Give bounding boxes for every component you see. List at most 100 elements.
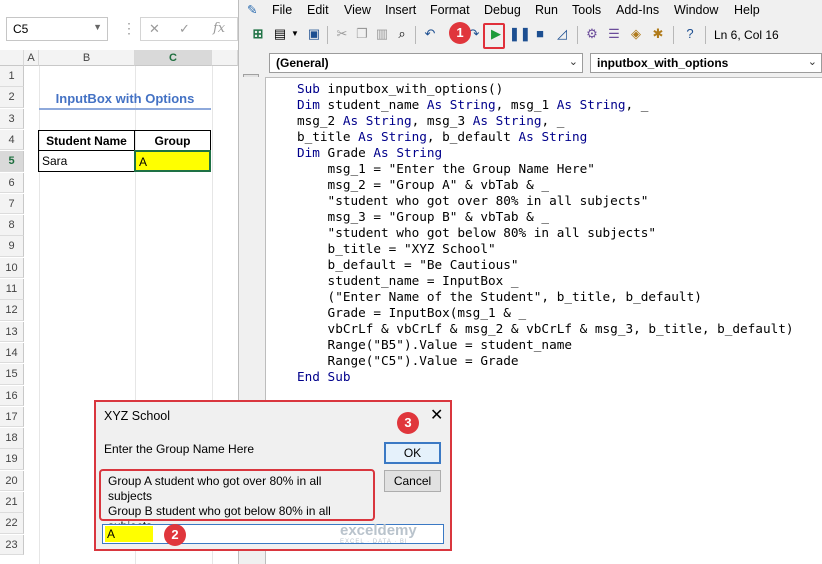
col-header-c[interactable]: C [135, 50, 212, 66]
menu-view[interactable]: View [344, 3, 371, 17]
dialog-title: XYZ School [104, 409, 171, 423]
formula-bar[interactable]: ✕ ✓ fx [140, 17, 238, 41]
code-line: "student who got over 80% in all subject… [297, 193, 649, 208]
watermark: exceldemy EXCEL · DATA · BI [340, 522, 417, 545]
row-header[interactable]: 19 [0, 449, 24, 470]
find-icon[interactable]: ⌕ [393, 25, 411, 43]
row-header[interactable]: 2 [0, 87, 24, 108]
row-header[interactable]: 4 [0, 129, 24, 151]
row-header[interactable]: 20 [0, 470, 24, 492]
col-header-b[interactable]: B [39, 50, 135, 66]
chevron-down-icon[interactable]: ▼ [286, 25, 304, 43]
menu-insert[interactable]: Insert [385, 3, 416, 17]
cut-icon[interactable]: ✂ [333, 25, 351, 43]
row-header[interactable]: 15 [0, 364, 24, 385]
code-line: Sub inputbox_with_options() [297, 81, 504, 96]
cancel-button[interactable]: Cancel [384, 470, 441, 492]
break-icon[interactable]: ❚❚ [509, 25, 531, 43]
chevron-down-icon[interactable]: ⌄ [569, 55, 578, 68]
undo-icon[interactable]: ↶ [421, 25, 439, 43]
code-line: "student who got below 80% in all subjec… [297, 225, 657, 240]
enter-icon[interactable]: ✓ [179, 21, 190, 37]
row-header[interactable]: 23 [0, 534, 24, 556]
sheet-title: InputBox with Options [39, 90, 211, 110]
fx-icon[interactable]: fx [213, 21, 225, 36]
chevron-down-icon[interactable]: ▼ [93, 22, 102, 32]
row-header[interactable]: 3 [0, 108, 24, 130]
name-box[interactable]: C5 ▼ [6, 17, 108, 41]
col-header-next[interactable] [212, 50, 238, 66]
name-box-value: C5 [13, 22, 29, 36]
procedure-dropdown-value: inputbox_with_options [597, 56, 729, 70]
code-line: b_title = "XYZ School" [297, 241, 496, 256]
row-header[interactable]: 14 [0, 342, 24, 364]
close-icon[interactable]: ✕ [430, 405, 443, 425]
row-header[interactable]: 16 [0, 385, 24, 406]
cell-c5[interactable]: A [134, 150, 211, 172]
col-header-a[interactable]: A [24, 50, 39, 66]
row-header[interactable]: 5 [0, 151, 24, 172]
menu-tools[interactable]: Tools [572, 3, 601, 17]
row-header[interactable]: 12 [0, 300, 24, 321]
watermark-tagline: EXCEL · DATA · BI [340, 539, 408, 545]
row-header[interactable]: 21 [0, 492, 24, 513]
code-line: b_default = "Be Cautious" [297, 257, 519, 272]
menu-help[interactable]: Help [734, 3, 760, 17]
cell-b5[interactable]: Sara [38, 150, 135, 172]
code-line: msg_2 = "Group A" & vbTab & _ [297, 177, 550, 192]
code-line: End Sub [297, 369, 351, 384]
dialog-prompt-groups: Group A student who got over 80% in all … [99, 469, 375, 533]
copy-icon[interactable]: ❐ [353, 25, 371, 43]
row-header[interactable]: 13 [0, 321, 24, 343]
design-mode-icon[interactable]: ◿ [553, 25, 571, 43]
project-explorer-icon[interactable]: ⚙ [583, 25, 601, 43]
code-line: vbCrLf & vbCrLf & msg_2 & vbCrLf & msg_3… [297, 321, 794, 336]
row-header[interactable]: 11 [0, 279, 24, 300]
object-browser-icon[interactable]: ◈ [627, 25, 645, 43]
menu-format[interactable]: Format [430, 3, 470, 17]
cancel-icon[interactable]: ✕ [149, 21, 160, 37]
code-line: msg_3 = "Group B" & vbTab & _ [297, 209, 550, 224]
row-header[interactable]: 18 [0, 428, 24, 449]
row-header[interactable]: 10 [0, 257, 24, 279]
menu-window[interactable]: Window [674, 3, 718, 17]
row-header[interactable]: 17 [0, 406, 24, 428]
vba-app-icon: ✎ [247, 3, 258, 17]
ok-button[interactable]: OK [384, 442, 441, 464]
toolbox-icon[interactable]: ✱ [649, 25, 667, 43]
menu-edit[interactable]: Edit [307, 3, 329, 17]
paste-icon[interactable]: ▥ [373, 25, 391, 43]
excel-view-icon[interactable]: ⊞ [249, 25, 267, 43]
reset-icon[interactable]: ■ [531, 25, 549, 43]
code-line: msg_1 = "Enter the Group Name Here" [297, 161, 595, 176]
menu-file[interactable]: File [272, 3, 292, 17]
row-header[interactable]: 7 [0, 193, 24, 215]
menu-run[interactable]: Run [535, 3, 558, 17]
object-dropdown-value: (General) [276, 56, 329, 70]
procedure-dropdown[interactable]: inputbox_with_options ⌄ [590, 53, 822, 73]
row-header[interactable]: 8 [0, 215, 24, 236]
row-header[interactable]: 9 [0, 236, 24, 257]
step-badge-3: 3 [397, 412, 419, 434]
menu-add-ins[interactable]: Add-Ins [616, 3, 659, 17]
save-icon[interactable]: ▣ [305, 25, 323, 43]
help-icon[interactable]: ? [681, 25, 699, 43]
properties-icon[interactable]: ☰ [605, 25, 623, 43]
row-header[interactable]: 1 [0, 66, 24, 87]
menu-debug[interactable]: Debug [484, 3, 521, 17]
menu-bar: ✎ File Edit View Insert Format Debug Run… [239, 0, 822, 20]
dialog-input-value: A [105, 526, 153, 542]
chevron-down-icon[interactable]: ⌄ [808, 55, 817, 68]
code-line: Dim Grade As String [297, 145, 443, 160]
dialog-prompt: Enter the Group Name Here [104, 442, 255, 456]
code-line: Grade = InputBox(msg_1 & _ [297, 305, 527, 320]
select-all-corner[interactable] [0, 50, 24, 66]
more-icon: ⋮ [122, 20, 136, 36]
row-header[interactable]: 6 [0, 172, 24, 193]
row-header[interactable]: 22 [0, 513, 24, 534]
watermark-brand: exceldemy [340, 522, 417, 539]
group-a-line: Group A student who got over 80% in all … [108, 474, 322, 503]
student-table: Student Name Group Sara A [38, 130, 211, 172]
object-dropdown[interactable]: (General) ⌄ [269, 53, 583, 73]
run-button-highlight [483, 23, 505, 49]
